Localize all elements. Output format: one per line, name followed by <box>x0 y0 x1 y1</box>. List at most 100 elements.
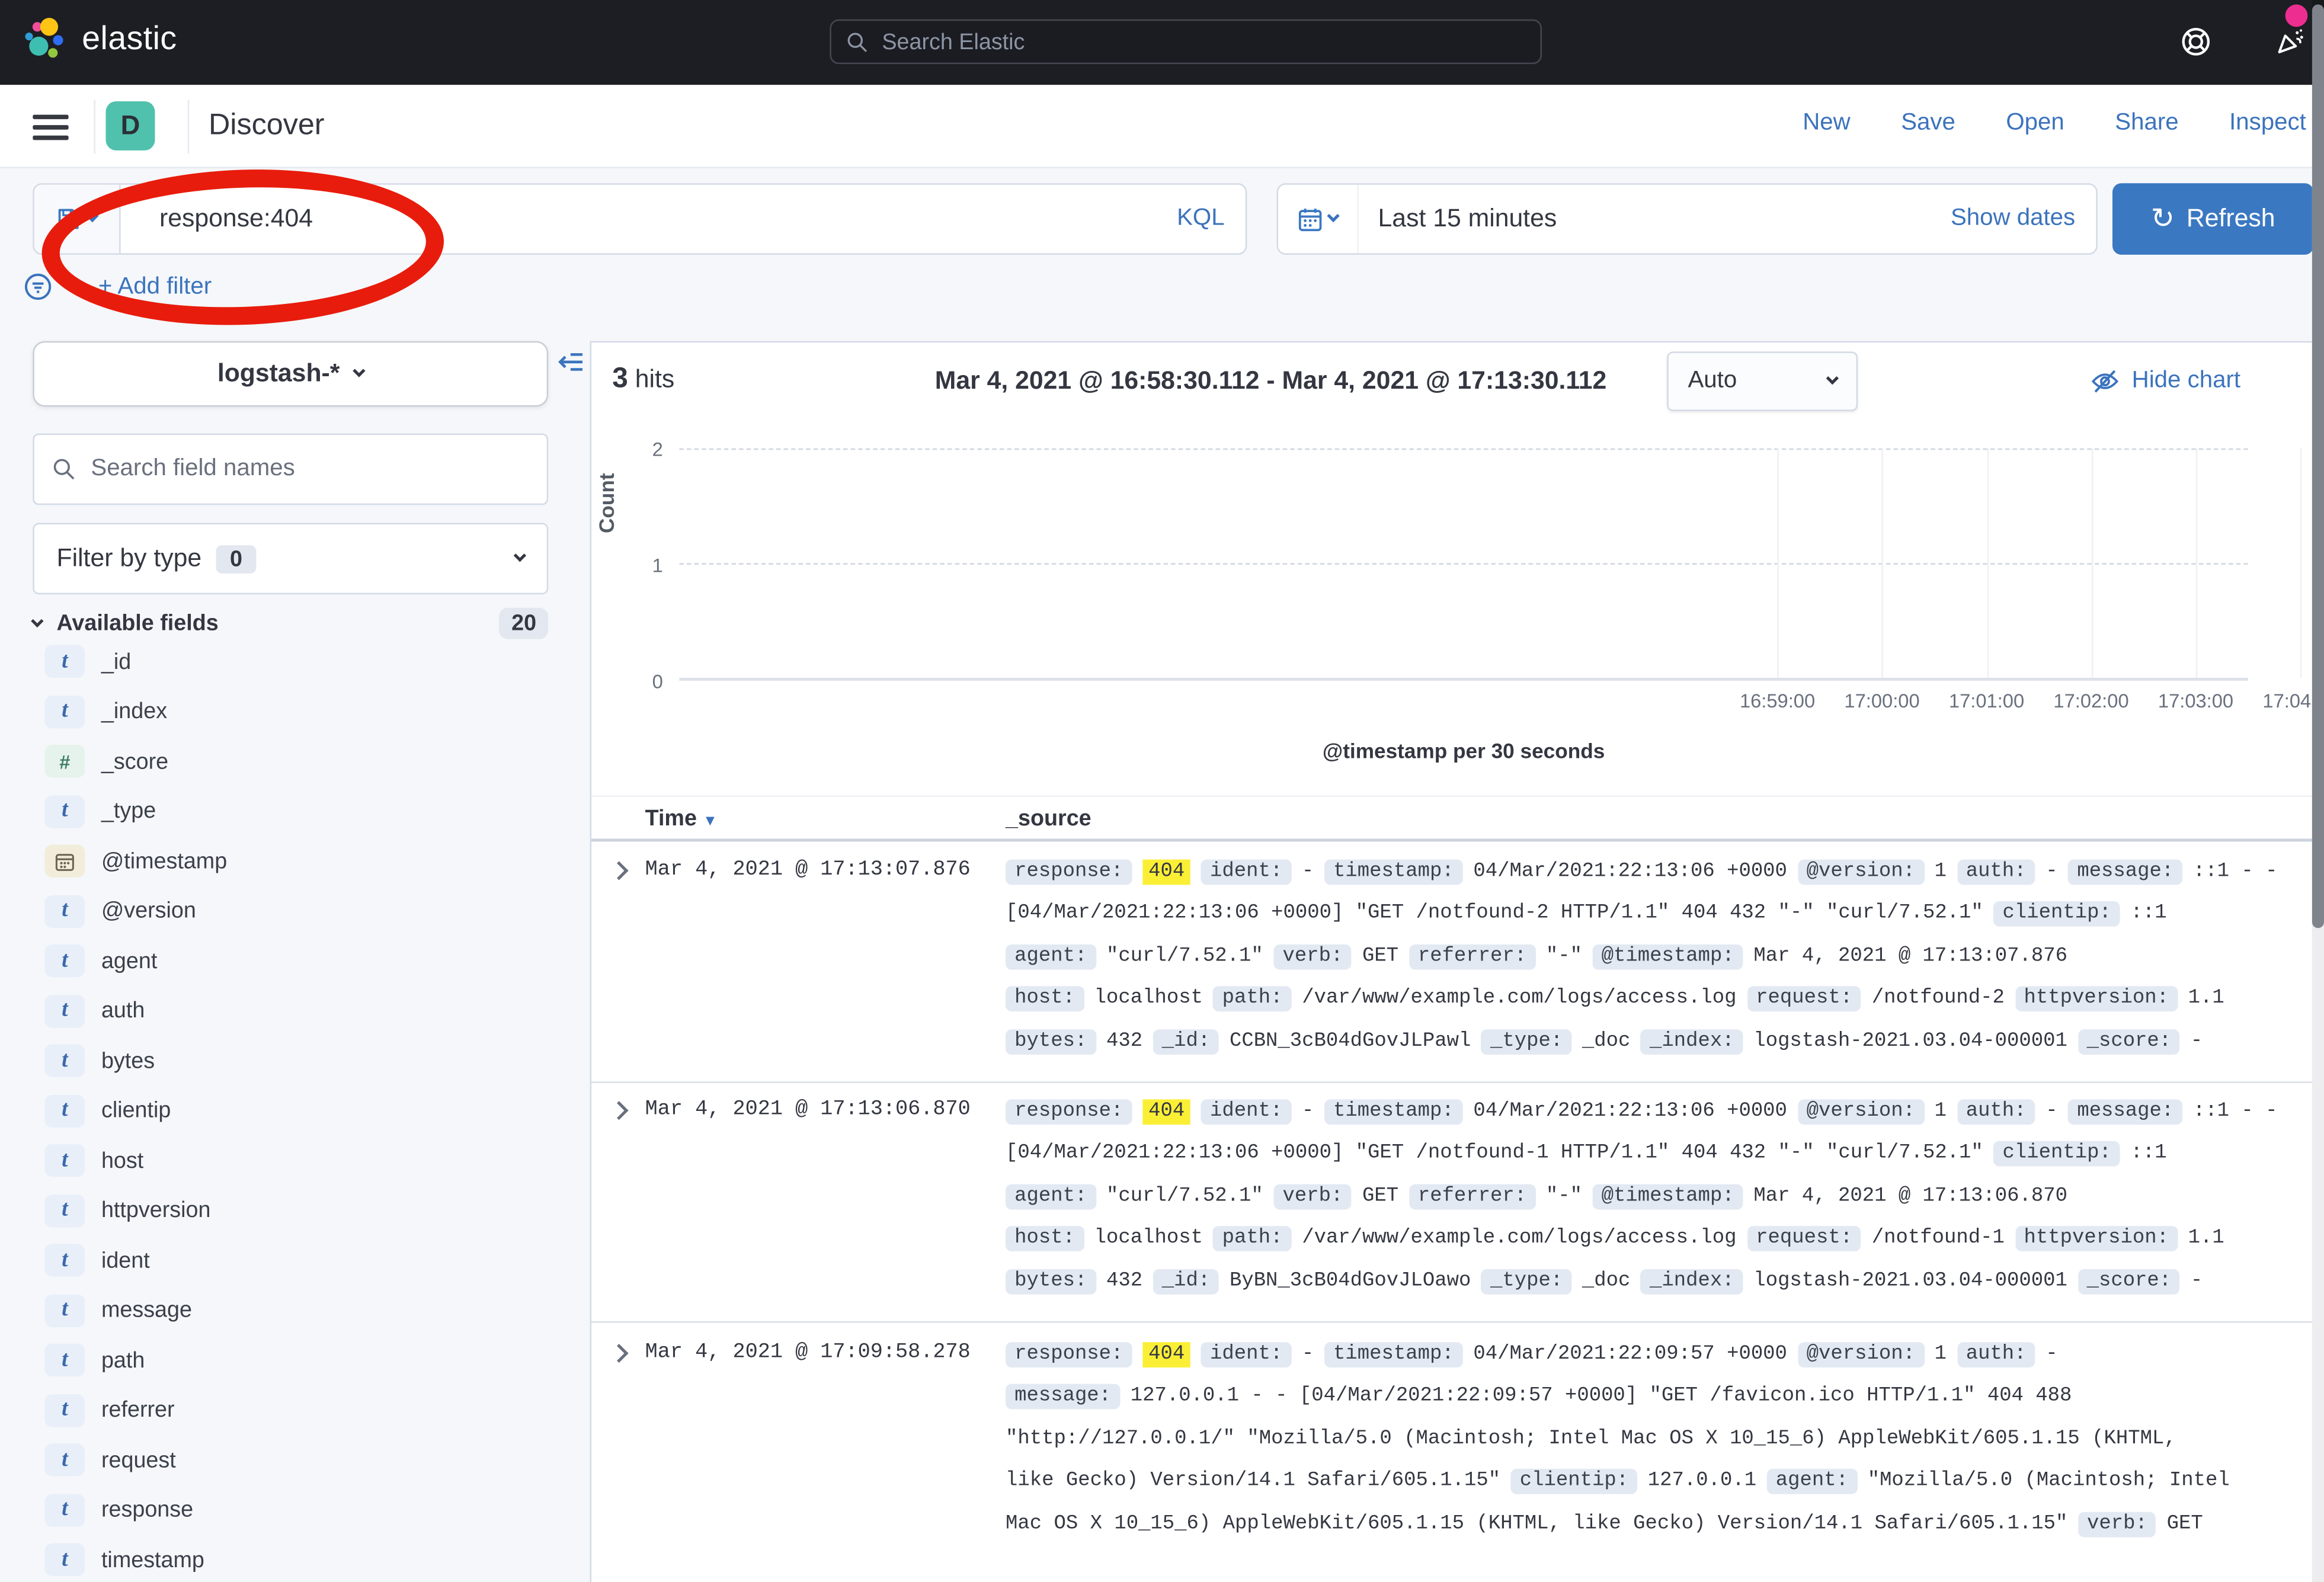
show-dates-button[interactable]: Show dates <box>1951 206 2075 232</box>
index-pattern-selector[interactable]: logstash-* <box>33 341 548 407</box>
field-item-timestamp[interactable]: ttimestamp <box>44 1542 204 1577</box>
sort-desc-icon[interactable]: ▼ <box>703 814 718 830</box>
saved-query-menu-button[interactable] <box>34 185 121 254</box>
date-field-icon <box>44 844 85 877</box>
field-name-badge: ident: <box>1201 859 1291 885</box>
document-source: response:404ident:-timestamp:04/Mar/2021… <box>1006 851 2299 1063</box>
string-field-icon: t <box>44 795 85 827</box>
new-button[interactable]: New <box>1803 110 1850 137</box>
field-item-bytes[interactable]: tbytes <box>44 1043 155 1078</box>
field-item-response[interactable]: tresponse <box>44 1492 193 1527</box>
highlighted-match: 404 <box>1142 859 1190 885</box>
field-item-request[interactable]: trequest <box>44 1442 175 1478</box>
field-name-badge: ident: <box>1201 1099 1291 1125</box>
global-search-input[interactable]: Search Elastic <box>830 20 1542 64</box>
discover-app-badge[interactable]: D <box>106 101 155 150</box>
field-name-badge: _type: <box>1481 1029 1571 1055</box>
refresh-button[interactable]: ↻ Refresh <box>2112 183 2313 255</box>
elastic-logo-icon <box>24 17 68 61</box>
save-button[interactable]: Save <box>1901 110 1955 137</box>
field-item-httpversion[interactable]: thttpversion <box>44 1193 210 1228</box>
filter-icon[interactable] <box>24 273 52 301</box>
field-search-input[interactable]: Search field names <box>33 434 548 505</box>
histogram-time-range: Mar 4, 2021 @ 16:58:30.112 - Mar 4, 2021… <box>892 366 1649 396</box>
field-name-badge: message: <box>2068 859 2182 885</box>
row-divider <box>591 1321 2312 1323</box>
interval-select[interactable]: Auto <box>1667 351 1858 411</box>
calendar-icon <box>1298 206 1323 232</box>
add-filter-button[interactable]: + Add filter <box>98 273 212 300</box>
column-header-source[interactable]: _source <box>1006 806 1091 831</box>
field-name-badge: auth: <box>1957 1342 2035 1368</box>
expand-document-icon[interactable] <box>610 861 629 880</box>
highlighted-match: 404 <box>1142 1342 1190 1368</box>
string-field-icon: t <box>44 1344 85 1376</box>
open-button[interactable]: Open <box>2006 110 2064 137</box>
help-icon[interactable] <box>2179 25 2212 58</box>
histogram-chart[interactable] <box>679 449 2248 681</box>
hits-count: 3 hits <box>612 363 674 396</box>
available-fields-header[interactable]: Available fields 20 <box>33 608 548 639</box>
expand-document-icon[interactable] <box>610 1344 629 1363</box>
field-item-auth[interactable]: tauth <box>44 993 145 1029</box>
chevron-down-icon <box>514 549 526 562</box>
newsfeed-icon[interactable] <box>2274 25 2306 58</box>
time-range-value[interactable]: Last 15 minutes <box>1378 204 1557 233</box>
collapse-sidebar-icon[interactable] <box>557 350 584 382</box>
field-item-path[interactable]: tpath <box>44 1342 145 1378</box>
field-item-ident[interactable]: tident <box>44 1242 149 1278</box>
menu-icon[interactable] <box>33 115 68 140</box>
field-name-badge: timestamp: <box>1324 1342 1463 1368</box>
field-item-clientip[interactable]: tclientip <box>44 1093 171 1128</box>
string-field-icon: t <box>44 1443 85 1476</box>
field-item-referrer[interactable]: treferrer <box>44 1392 174 1427</box>
field-item-_score[interactable]: #_score <box>44 744 168 779</box>
field-item-_id[interactable]: t_id <box>44 643 131 679</box>
string-field-icon: t <box>44 944 85 977</box>
string-field-icon: t <box>44 1194 85 1226</box>
field-name-badge: verb: <box>1273 1184 1352 1209</box>
document-time: Mar 4, 2021 @ 17:13:07.876 <box>645 858 971 882</box>
field-item-@timestamp[interactable]: @timestamp <box>44 843 227 879</box>
field-item-message[interactable]: tmessage <box>44 1292 192 1328</box>
page-title: Discover <box>209 109 325 143</box>
global-search-placeholder: Search Elastic <box>882 29 1025 55</box>
query-language-button[interactable]: KQL <box>1177 206 1224 232</box>
share-button[interactable]: Share <box>2115 110 2178 137</box>
field-name-badge: clientip: <box>1993 902 2120 927</box>
time-picker-quick-menu[interactable] <box>1278 185 1359 254</box>
field-name-badge: _score: <box>2078 1269 2181 1294</box>
field-item-agent[interactable]: tagent <box>44 943 157 978</box>
query-bar[interactable]: response:404 KQL <box>33 183 1247 255</box>
filter-by-type-select[interactable]: Filter by type 0 <box>33 523 548 594</box>
field-item-_type[interactable]: t_type <box>44 793 156 829</box>
field-name-badge: response: <box>1006 859 1132 885</box>
field-item-host[interactable]: thost <box>44 1142 143 1178</box>
notification-dot <box>2285 5 2308 27</box>
scrollbar-thumb[interactable] <box>2312 5 2324 928</box>
brand-name: elastic <box>82 20 177 58</box>
inspect-button[interactable]: Inspect <box>2229 110 2306 137</box>
elastic-logo[interactable]: elastic <box>24 17 177 61</box>
hide-chart-button[interactable]: Hide chart <box>2090 366 2240 396</box>
query-input[interactable]: response:404 <box>159 204 313 233</box>
time-picker[interactable]: Last 15 minutes Show dates <box>1277 183 2098 255</box>
field-item-_index[interactable]: t_index <box>44 693 167 729</box>
filter-dash: — <box>64 274 87 300</box>
chevron-down-icon <box>31 614 43 626</box>
field-name-badge: @timestamp: <box>1593 1184 1743 1209</box>
document-time: Mar 4, 2021 @ 17:13:06.870 <box>645 1098 971 1122</box>
column-header-time[interactable]: Time▼ <box>645 806 718 831</box>
field-name-badge: _index: <box>1641 1269 1743 1294</box>
document-time: Mar 4, 2021 @ 17:09:58.278 <box>645 1341 971 1365</box>
field-name-badge: _type: <box>1481 1269 1571 1294</box>
search-icon <box>846 31 869 53</box>
string-field-icon: t <box>44 1094 85 1127</box>
expand-document-icon[interactable] <box>610 1101 629 1120</box>
string-field-icon: t <box>44 1493 85 1526</box>
field-name-badge: bytes: <box>1006 1029 1096 1055</box>
field-name-badge: ident: <box>1201 1342 1291 1368</box>
string-field-icon: t <box>44 1044 85 1077</box>
field-item-@version[interactable]: t@version <box>44 893 196 928</box>
results-table-header: Time▼ _source <box>591 796 2312 842</box>
